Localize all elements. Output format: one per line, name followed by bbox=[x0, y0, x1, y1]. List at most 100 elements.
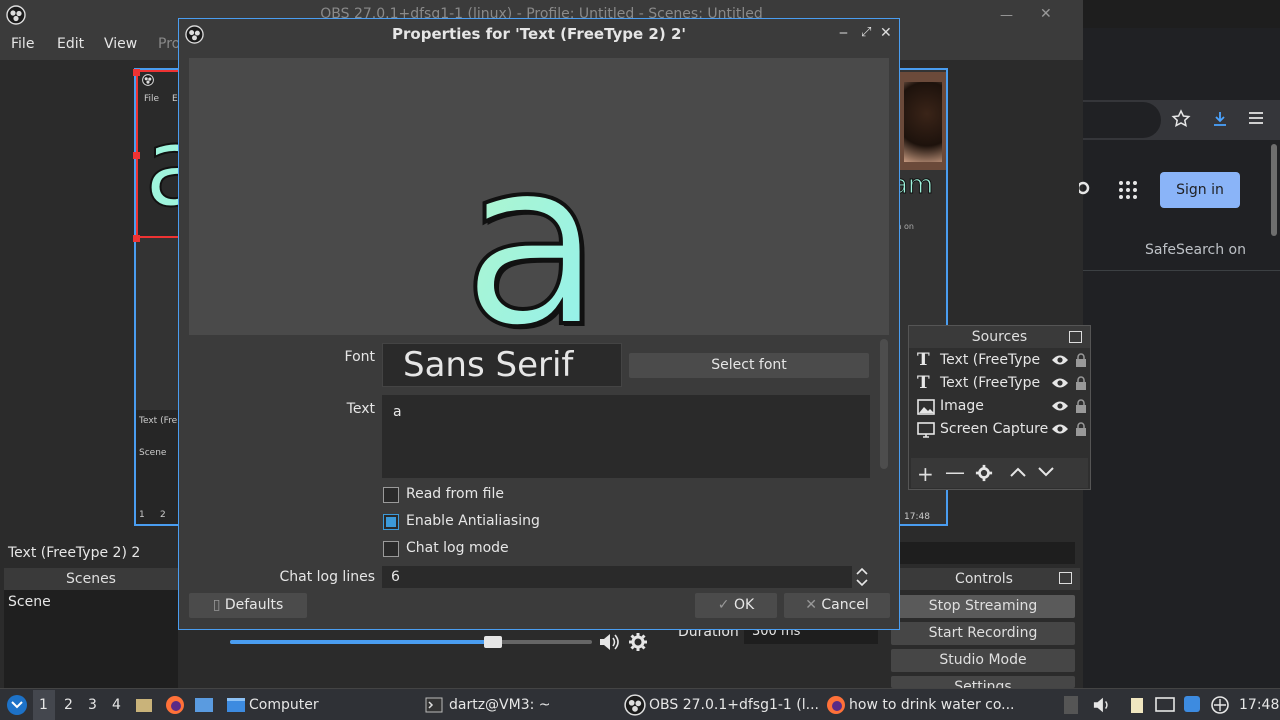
defaults-button[interactable]: ▯ Defaults bbox=[189, 593, 307, 618]
workspace-1[interactable]: 1 bbox=[39, 697, 48, 713]
file-manager-icon[interactable] bbox=[135, 696, 153, 714]
maximize-icon[interactable]: ⤢ bbox=[861, 25, 871, 40]
lock-icon[interactable] bbox=[1075, 399, 1087, 413]
eye-icon[interactable] bbox=[1051, 376, 1069, 390]
start-recording-button[interactable]: Start Recording bbox=[891, 622, 1075, 645]
scene-item[interactable]: Scene bbox=[4, 590, 178, 614]
screen-icon[interactable] bbox=[1155, 696, 1175, 714]
spinbox-arrows[interactable] bbox=[854, 566, 870, 588]
tray-scroll-icon[interactable] bbox=[1064, 696, 1078, 714]
apps-grid-icon[interactable] bbox=[1118, 180, 1138, 200]
menu-view[interactable]: View bbox=[104, 36, 137, 52]
menu-file[interactable]: File bbox=[11, 36, 34, 52]
read-from-file-checkbox[interactable]: Read from file bbox=[383, 486, 583, 504]
volume-icon[interactable] bbox=[1092, 696, 1112, 714]
source-item[interactable]: T Text (FreeType bbox=[915, 349, 1087, 372]
network-icon[interactable] bbox=[1210, 695, 1230, 715]
source-item[interactable]: Screen Capture bbox=[915, 418, 1087, 441]
scenes-dock: Scenes Scene bbox=[4, 568, 178, 688]
computer-folder-icon[interactable] bbox=[226, 696, 246, 714]
lock-icon[interactable] bbox=[1075, 422, 1087, 436]
checkbox-box[interactable] bbox=[383, 541, 399, 557]
download-icon[interactable] bbox=[1210, 109, 1230, 129]
minimize-icon[interactable]: — bbox=[1000, 8, 1013, 23]
dialog-scrollbar[interactable] bbox=[880, 339, 888, 469]
mini-text-label: Text (Fre bbox=[139, 416, 178, 426]
ok-button[interactable]: ✓ OK bbox=[695, 593, 777, 618]
volume-slider-handle[interactable] bbox=[484, 636, 502, 648]
chat-log-mode-checkbox[interactable]: Chat log mode bbox=[383, 540, 583, 558]
start-menu-icon[interactable] bbox=[6, 694, 28, 716]
mini-clock: 17:48 bbox=[904, 512, 930, 522]
selected-source-bounds[interactable]: File E a bbox=[133, 69, 184, 242]
obs-taskbar-icon[interactable] bbox=[624, 694, 646, 716]
volume-slider-track[interactable] bbox=[230, 636, 592, 648]
sources-dock: Sources T Text (FreeType T Text (FreeTyp… bbox=[908, 325, 1091, 490]
eye-icon[interactable] bbox=[1051, 399, 1069, 413]
source-item[interactable]: T Text (FreeType bbox=[915, 372, 1087, 395]
terminal-icon[interactable] bbox=[425, 697, 443, 713]
lock-icon[interactable] bbox=[1075, 353, 1087, 367]
add-icon[interactable]: + bbox=[917, 462, 934, 486]
settings-gear-icon[interactable] bbox=[1079, 178, 1095, 198]
taskbar-item-computer[interactable]: Computer bbox=[249, 697, 319, 713]
speaker-icon[interactable] bbox=[598, 632, 620, 652]
hamburger-menu-icon[interactable] bbox=[1247, 110, 1265, 126]
show-desktop-icon[interactable] bbox=[194, 696, 214, 714]
enable-antialiasing-checkbox[interactable]: Enable Antialiasing bbox=[383, 513, 583, 531]
firefox-icon[interactable] bbox=[826, 695, 846, 715]
move-up-icon[interactable] bbox=[1009, 465, 1027, 479]
move-down-icon[interactable] bbox=[1037, 465, 1055, 479]
star-icon[interactable] bbox=[1171, 109, 1191, 129]
source-name: Text (FreeType bbox=[940, 352, 1041, 368]
taskbar-item-terminal[interactable]: dartz@VM3: ~ bbox=[449, 697, 551, 713]
resize-handle[interactable] bbox=[133, 235, 140, 242]
workspace-4[interactable]: 4 bbox=[112, 697, 121, 713]
close-icon[interactable]: ✕ bbox=[880, 25, 892, 41]
dialog-title-bar: Properties for 'Text (FreeType 2) 2' ‒ ⤢… bbox=[179, 19, 899, 49]
controls-dock: Controls Stop Streaming Start Recording … bbox=[888, 568, 1080, 688]
resize-handle[interactable] bbox=[133, 69, 140, 76]
taskbar-item-firefox[interactable]: how to drink water co... bbox=[849, 697, 1015, 713]
eye-icon[interactable] bbox=[1051, 353, 1069, 367]
safesearch-status[interactable]: SafeSearch on bbox=[1145, 242, 1246, 258]
settings-button[interactable]: Settings bbox=[891, 676, 1075, 688]
mixer-gear-icon[interactable] bbox=[628, 632, 648, 652]
properties-dialog: Properties for 'Text (FreeType 2) 2' ‒ ⤢… bbox=[178, 18, 900, 630]
resize-handle[interactable] bbox=[133, 152, 140, 159]
undock-icon[interactable] bbox=[1059, 572, 1072, 584]
select-font-button[interactable]: Select font bbox=[629, 353, 869, 378]
workspace-2[interactable]: 2 bbox=[64, 697, 73, 713]
cancel-button[interactable]: ✕ Cancel bbox=[784, 593, 890, 618]
minimize-icon[interactable]: ‒ bbox=[839, 25, 848, 41]
controls-title-text: Controls bbox=[955, 571, 1013, 587]
menu-profile[interactable]: Pro bbox=[158, 36, 180, 52]
webcam-thumbnail bbox=[900, 72, 946, 170]
lock-icon[interactable] bbox=[1075, 376, 1087, 390]
checkbox-box[interactable] bbox=[383, 487, 399, 503]
text-label: Text bbox=[346, 401, 375, 417]
stop-streaming-button[interactable]: Stop Streaming bbox=[891, 595, 1075, 618]
address-bar[interactable] bbox=[1083, 102, 1161, 138]
sign-in-button[interactable]: Sign in bbox=[1160, 172, 1240, 208]
menu-edit[interactable]: Edit bbox=[57, 36, 84, 52]
checkbox-box-checked[interactable] bbox=[383, 514, 399, 530]
source-properties-gear-icon[interactable] bbox=[975, 464, 993, 482]
close-icon[interactable]: ✕ bbox=[1040, 6, 1052, 22]
studio-mode-button[interactable]: Studio Mode bbox=[891, 649, 1075, 672]
undock-icon[interactable] bbox=[1069, 331, 1082, 343]
checkbox-label: Chat log mode bbox=[406, 540, 509, 556]
browser-scrollbar[interactable] bbox=[1271, 144, 1277, 236]
remove-icon[interactable]: — bbox=[945, 460, 965, 484]
chat-log-lines-spinbox[interactable]: 6 bbox=[382, 566, 852, 588]
sources-toolbar: + — bbox=[911, 458, 1088, 488]
text-input[interactable]: a bbox=[382, 395, 870, 478]
update-icon[interactable] bbox=[1183, 695, 1201, 713]
firefox-icon[interactable] bbox=[165, 695, 185, 715]
taskbar-item-obs[interactable]: OBS 27.0.1+dfsg1-1 (l... bbox=[649, 697, 819, 713]
workspace-3[interactable]: 3 bbox=[88, 697, 97, 713]
mini-menu-file: File bbox=[144, 94, 160, 104]
clipboard-icon[interactable] bbox=[1128, 696, 1146, 714]
source-item[interactable]: Image bbox=[915, 395, 1087, 418]
eye-icon[interactable] bbox=[1051, 422, 1069, 436]
